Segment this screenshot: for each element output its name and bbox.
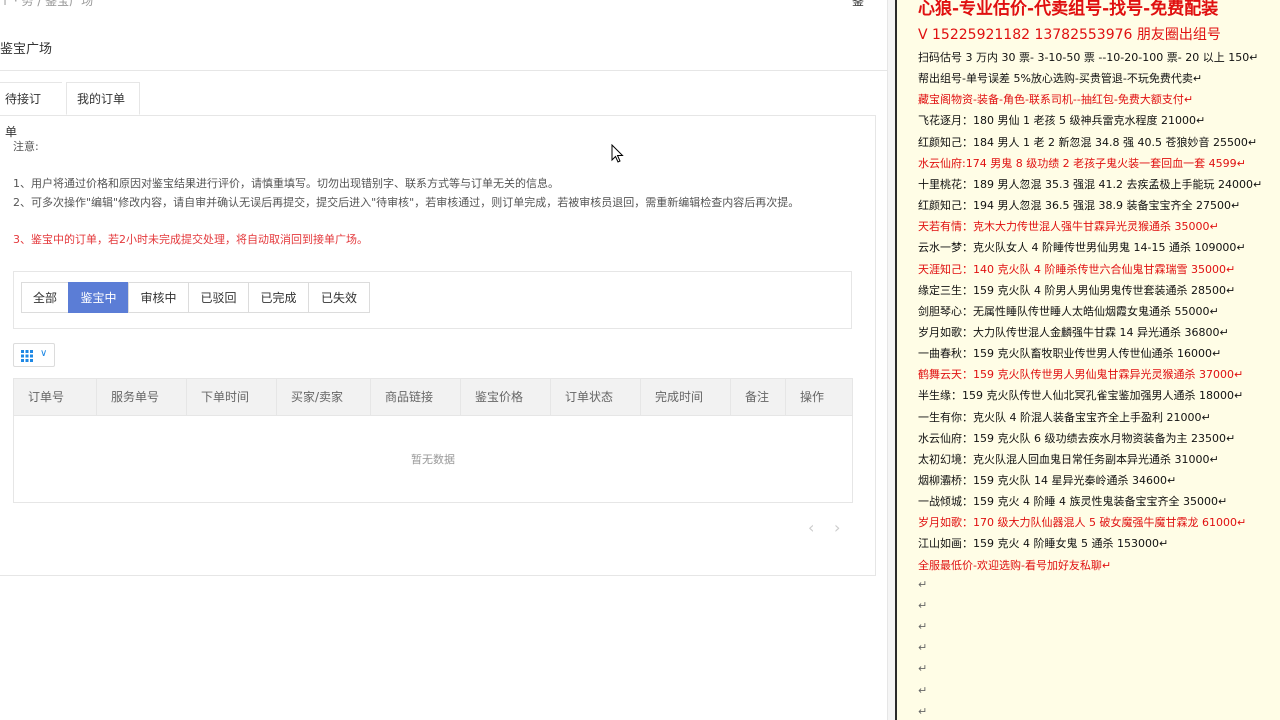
document-window: 心狼-专业估价-代卖组号-找号-免费配装 V 15225921182 13782… — [897, 0, 1280, 720]
table-header: 订单号 服务单号 下单时间 买家/卖家 商品链接 鉴宝价格 订单状态 完成时间 … — [14, 379, 852, 416]
doc-line: 岁月如歌：170 级大力队仙器混人 5 破女魔强牛魔甘霖龙 61000↵ — [918, 516, 1247, 530]
doc-line: 飞花逐月：180 男仙 1 老孩 5 级神兵雷克水程度 21000↵ — [918, 114, 1206, 128]
doc-line: 烟柳灞桥：159 克火队 14 星异光秦岭通杀 34600↵ — [918, 474, 1177, 487]
filter-completed-button[interactable]: 已完成 — [248, 282, 309, 313]
doc-line: ↵ — [918, 620, 928, 634]
doc-line: ↵ — [918, 662, 928, 676]
doc-line: 鹤舞云天：159 克火队传世男人男仙鬼甘霖异光灵猴通杀 37000↵ — [918, 368, 1244, 382]
prev-page-button[interactable]: ‹ — [808, 518, 814, 537]
notice-item-3: 3、鉴宝中的订单，若2小时未完成提交处理，将自动取消回到接单广场。 — [13, 233, 368, 246]
breadcrumb[interactable]: ↑ · 务 / 鉴宝广场 — [0, 0, 93, 9]
chevron-down-icon: ∨ — [40, 348, 48, 359]
mouse-cursor-icon — [611, 144, 624, 163]
filter-rejected-button[interactable]: 已驳回 — [188, 282, 249, 313]
column-toggle-button[interactable]: ∨ — [13, 343, 55, 367]
doc-line: ↵ — [918, 598, 928, 612]
doc-line: 一生有你：克火队 4 阶混人装备宝宝齐全上手盈利 21000↵ — [918, 410, 1211, 424]
doc-line: 云水一梦：克火队女人 4 阶睡传世男仙男鬼 14-15 通杀 109000↵ — [918, 241, 1246, 255]
empty-state-text: 暂无数据 — [411, 453, 455, 466]
doc-line: 半生缘：159 克火队传世人仙北冥孔雀宝鉴加强男人通杀 18000↵ — [918, 389, 1244, 403]
doc-line: 藏宝阁物资-装备-角色-联系司机--抽红包-免费大额支付↵ — [918, 93, 1194, 107]
column-header[interactable]: 买家/卖家 — [277, 379, 371, 415]
column-header[interactable]: 操作 — [786, 379, 852, 415]
tab-my-orders[interactable]: 我的订单 — [66, 82, 140, 115]
doc-line: ↵ — [918, 641, 928, 655]
doc-line: 太初幻境：克火队混人回血鬼日常任务副本异光通杀 31000↵ — [918, 452, 1219, 466]
divider — [0, 70, 887, 71]
page-title: 鉴宝广场 — [0, 42, 53, 57]
doc-line: 水云仙府:174 男鬼 8 级功绩 2 老孩子鬼火装一套回血一套 4599↵ — [918, 156, 1246, 170]
orders-table: 订单号 服务单号 下单时间 买家/卖家 商品链接 鉴宝价格 订单状态 完成时间 … — [13, 378, 853, 503]
doc-line: 一战倾城：159 克火 4 阶睡 4 族灵性鬼装备宝宝齐全 35000↵ — [918, 495, 1228, 509]
column-header[interactable]: 订单号 — [14, 379, 97, 415]
doc-line: 缘定三生：159 克火队 4 阶男人男仙男鬼传世套装通杀 28500↵ — [918, 283, 1236, 297]
column-header[interactable]: 商品链接 — [371, 379, 461, 415]
doc-line: 天若有情：克木大力传世混人强牛甘霖异光灵猴通杀 35000↵ — [918, 220, 1219, 234]
column-header[interactable]: 服务单号 — [97, 379, 187, 415]
doc-line: 江山如画：159 克火 4 阶睡女鬼 5 通杀 153000↵ — [918, 537, 1169, 551]
tab-pending-orders[interactable]: 待接订单 — [0, 82, 62, 139]
doc-line: ↵ — [918, 577, 928, 591]
column-header[interactable]: 完成时间 — [641, 379, 731, 415]
filter-all-button[interactable]: 全部 — [21, 282, 69, 313]
doc-line: 一曲春秋：159 克火队畜牧职业传世男人传世仙通杀 16000↵ — [918, 347, 1222, 361]
grid-icon — [21, 350, 33, 362]
doc-line: 帮出组号-单号误差 5%放心选购-买贵管退-不玩免费代卖↵ — [918, 72, 1203, 86]
filter-in-appraisal-button[interactable]: 鉴宝中 — [68, 282, 129, 313]
doc-line: ↵ — [918, 683, 928, 697]
doc-line: 水云仙府：159 克火队 6 级功绩去疾水月物资装备为主 23500↵ — [918, 431, 1236, 445]
doc-line: 红颜知己：184 男人 1 老 2 新忽混 34.8 强 40.5 苍狼妙音 2… — [918, 135, 1258, 149]
filter-expired-button[interactable]: 已失效 — [308, 282, 370, 313]
top-bar: ↑ · 务 / 鉴宝广场 鉴 — [0, 0, 895, 12]
notice-item-2: 2、可多次操作"编辑"修改内容，请自审并确认无误后再提交，提交后进入"待审核"，… — [13, 196, 800, 209]
doc-line: 全服最低价-欢迎选购-看号加好友私聊↵ — [918, 558, 1112, 572]
top-right-menu[interactable]: 鉴 — [852, 0, 864, 9]
filter-in-review-button[interactable]: 审核中 — [128, 282, 189, 313]
doc-line: 剑胆琴心：无属性睡队传世睡人太皓仙烟霞女鬼通杀 55000↵ — [918, 304, 1219, 318]
doc-line: 岁月如歌：大力队传世混人金麟强牛甘霖 14 异光通杀 36800↵ — [918, 325, 1229, 339]
doc-contact: V 15225921182 13782553976 朋友圈出组号 — [918, 27, 1221, 43]
column-header[interactable]: 备注 — [731, 379, 786, 415]
order-app: ↑ · 务 / 鉴宝广场 鉴 鉴宝广场 待接订单 我的订单 注意: 1、用户将通… — [0, 0, 895, 720]
column-header[interactable]: 订单状态 — [551, 379, 641, 415]
column-header[interactable]: 下单时间 — [187, 379, 277, 415]
doc-title: 心狼-专业估价-代卖组号-找号-免费配装 — [918, 0, 1219, 19]
doc-line: 红颜知己：194 男人忽混 36.5 强混 38.9 装备宝宝齐全 27500↵ — [918, 199, 1241, 213]
doc-line: 十里桃花：189 男人忽混 35.3 强混 41.2 去疾孟极上手能玩 2400… — [918, 177, 1263, 191]
doc-line: ↵ — [918, 704, 928, 718]
column-header[interactable]: 鉴宝价格 — [461, 379, 551, 415]
doc-line: 扫码估号 3 万内 30 票- 3-10-50 票 --10-20-100 票-… — [918, 51, 1259, 64]
notice-item-1: 1、用户将通过价格和原因对鉴宝结果进行评价，请慎重填写。切勿出现错别字、联系方式… — [13, 177, 559, 190]
next-page-button[interactable]: › — [834, 518, 840, 537]
doc-line: 天涯知己：140 克火队 4 阶睡杀传世六合仙鬼甘霖瑞雪 35000↵ — [918, 262, 1236, 276]
notice-title: 注意: — [13, 140, 39, 153]
